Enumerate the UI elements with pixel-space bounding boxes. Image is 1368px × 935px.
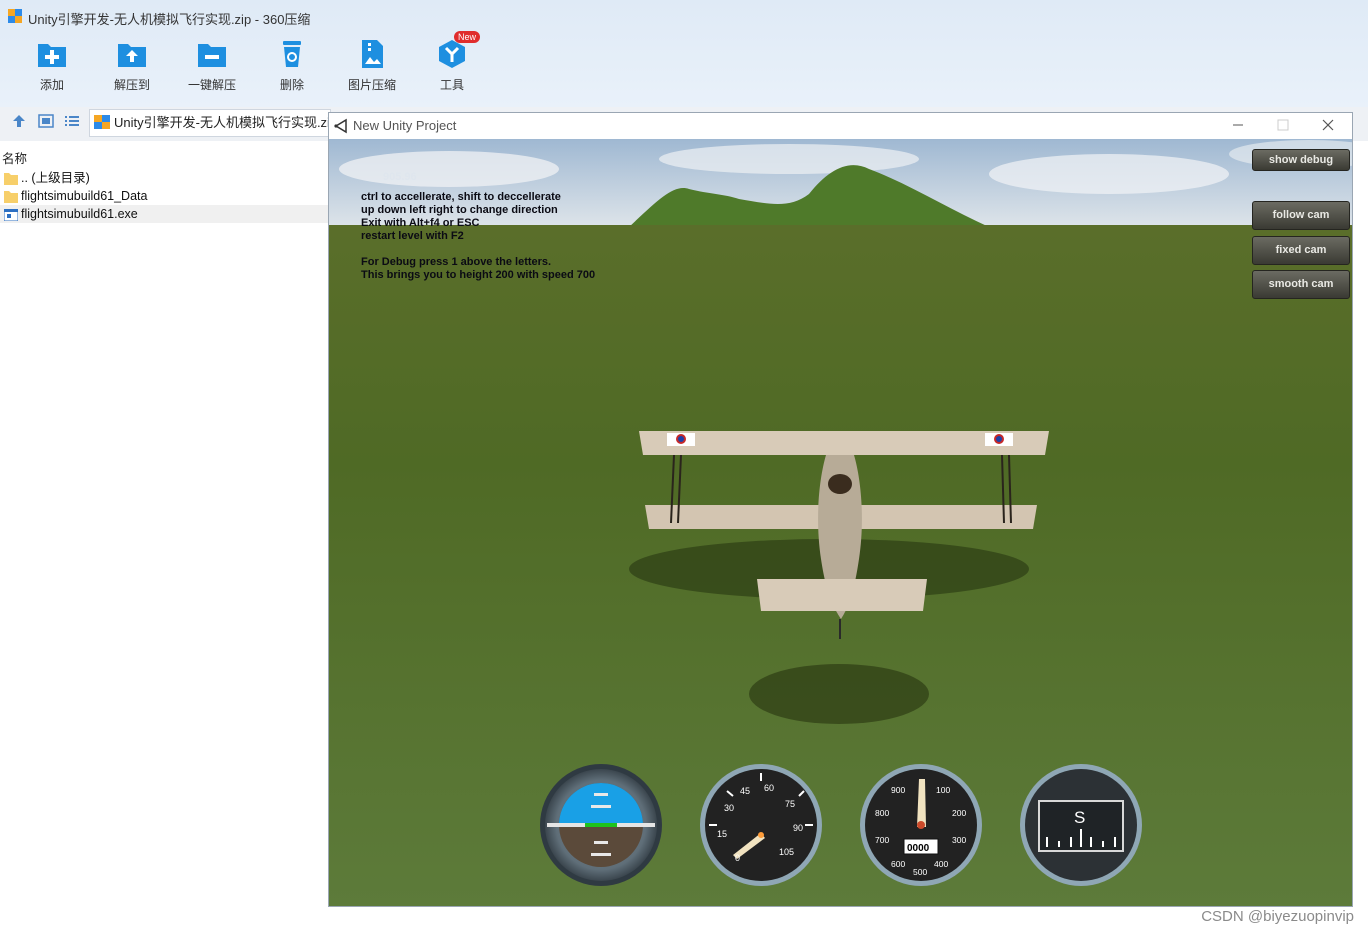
altitude-tick-label: 900: [891, 785, 905, 795]
app-logo-icon: [8, 9, 22, 23]
one-click-extract-button[interactable]: 一键解压: [172, 38, 252, 93]
altitude-tick-label: 400: [934, 859, 948, 869]
maximize-button[interactable]: [1274, 117, 1292, 133]
unity-logo-icon: [333, 118, 349, 139]
add-icon: [38, 44, 66, 67]
speed-tick-label: 75: [785, 799, 795, 809]
list-item[interactable]: flightsimubuild61_Data: [0, 187, 328, 205]
fixed-cam-button[interactable]: fixed cam: [1252, 236, 1350, 265]
close-icon: [1322, 119, 1334, 131]
altitude-tick-label: 500: [913, 867, 927, 877]
show-debug-button[interactable]: show debug: [1252, 149, 1350, 171]
smooth-cam-button[interactable]: smooth cam: [1252, 270, 1350, 299]
speed-tick-label: 15: [717, 829, 727, 839]
follow-cam-button[interactable]: follow cam: [1252, 201, 1350, 230]
hud-instructions: ctrl to accellerate, shift to deccellera…: [361, 191, 596, 281]
app-title: Unity引擎开发-无人机模拟飞行实现.zip - 360压缩: [28, 12, 311, 27]
tools-label: 工具: [439, 78, 464, 92]
add-button[interactable]: 添加: [12, 38, 92, 93]
tools-button[interactable]: 工具 New: [412, 31, 492, 93]
list-item-label: .. (上级目录): [21, 171, 90, 185]
list-item-label: flightsimubuild61.exe: [21, 207, 138, 221]
minimize-button[interactable]: [1229, 117, 1247, 133]
thumbnail-view-icon[interactable]: [38, 114, 54, 133]
archive-icon: [94, 112, 110, 129]
add-label: 添加: [39, 78, 64, 92]
compass-heading: S: [1074, 808, 1085, 827]
file-list: 名称 .. (上级目录) flightsimubuild61_Data flig…: [0, 145, 328, 935]
speed-tick-label: 60: [764, 783, 774, 793]
extract-to-button[interactable]: 解压到: [92, 38, 172, 93]
unity-window-title: New Unity Project: [353, 118, 457, 133]
exe-file-icon: [3, 208, 19, 226]
list-item[interactable]: flightsimubuild61.exe: [0, 205, 328, 223]
close-button[interactable]: [1319, 117, 1337, 133]
new-badge: New: [454, 31, 481, 43]
altitude-tick-label: 200: [952, 808, 966, 818]
minimize-icon: [1233, 124, 1243, 126]
speed-tick-label: 30: [724, 803, 734, 813]
hud-value: 905.96: [383, 171, 417, 183]
speed-tick-label: 45: [740, 786, 750, 796]
altitude-tick-label: 300: [952, 835, 966, 845]
list-item-label: flightsimubuild61_Data: [21, 189, 148, 203]
speed-tick-label: 105: [779, 847, 794, 857]
image-compress-button[interactable]: 图片压缩: [332, 38, 412, 93]
speed-tick-label: 90: [793, 823, 803, 833]
image-compress-icon: [362, 40, 383, 68]
name-column-header[interactable]: 名称: [2, 148, 27, 167]
speed-tick-label: 0: [735, 853, 740, 863]
altitude-tick-label: 800: [875, 808, 889, 818]
path-input[interactable]: Unity引擎开发-无人机模拟飞行实现.zip\: [89, 109, 331, 137]
altitude-tick-label: 600: [891, 859, 905, 869]
list-item[interactable]: .. (上级目录): [0, 169, 328, 187]
one-click-extract-label: 一键解压: [187, 78, 236, 92]
altitude-readout: 0000: [907, 843, 930, 854]
image-compress-label: 图片压缩: [347, 78, 396, 92]
altitude-tick-label: 700: [875, 835, 889, 845]
up-level-icon[interactable]: [12, 114, 26, 133]
delete-label: 删除: [279, 78, 304, 92]
delete-icon: [283, 41, 301, 67]
watermark: CSDN @biyezuopinvip: [1201, 908, 1354, 925]
delete-button[interactable]: 删除: [252, 38, 332, 93]
extract-to-icon: [118, 44, 146, 67]
speedometer: [700, 764, 822, 886]
altitude-tick-label: 100: [936, 785, 950, 795]
one-click-extract-icon: [198, 44, 226, 67]
unity-window: New Unity Project 0 15 30 45 60 75 90 10…: [328, 112, 1353, 907]
path-text: Unity引擎开发-无人机模拟飞行实现.zip\: [114, 115, 331, 130]
maximize-icon: [1277, 119, 1289, 131]
list-view-icon[interactable]: [64, 114, 80, 133]
extract-to-label: 解压到: [113, 78, 150, 92]
attitude-indicator: [540, 764, 662, 886]
game-viewport[interactable]: 0 15 30 45 60 75 90 105 900 100 800 200 …: [329, 139, 1352, 906]
